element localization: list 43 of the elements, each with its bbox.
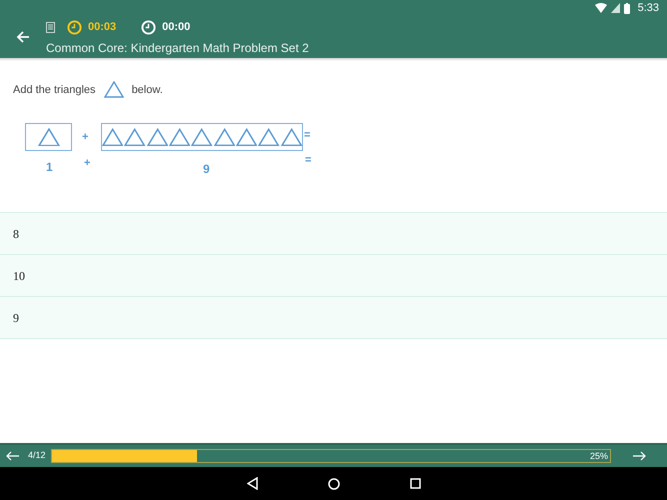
home-circle-icon bbox=[328, 478, 340, 490]
equals-sign: = bbox=[305, 153, 312, 168]
triangle-icon bbox=[214, 128, 235, 146]
clock-icon bbox=[67, 20, 82, 34]
triangle-icon bbox=[124, 128, 146, 146]
back-triangle-icon bbox=[246, 477, 258, 490]
triangle-icon bbox=[146, 128, 168, 146]
triangle-icon bbox=[104, 81, 124, 98]
progress-percent: 25% bbox=[590, 450, 608, 462]
plus-sign: + bbox=[82, 130, 88, 145]
clock-icon bbox=[141, 20, 156, 34]
triangle-icon bbox=[280, 128, 302, 146]
back-nav-button[interactable] bbox=[246, 477, 258, 490]
elapsed-timer: 00:03 bbox=[88, 20, 116, 35]
count-label: 9 bbox=[203, 161, 210, 178]
clock-time: 5:33 bbox=[638, 0, 659, 16]
triangle-icon bbox=[169, 128, 190, 146]
triangle-icon bbox=[236, 128, 258, 146]
triangle-icon bbox=[38, 128, 60, 146]
signal-icon bbox=[610, 3, 620, 13]
plus-sign: + bbox=[84, 156, 90, 171]
recents-button[interactable] bbox=[410, 478, 420, 489]
back-arrow-icon bbox=[16, 30, 30, 44]
right-arrow-icon bbox=[632, 451, 646, 461]
battery-icon bbox=[624, 2, 630, 14]
left-arrow-icon bbox=[6, 451, 20, 461]
total-timer: 00:00 bbox=[162, 20, 190, 35]
question-position: 4/12 bbox=[28, 449, 47, 462]
problem-set-title: Common Core: Kindergarten Math Problem Set 2 bbox=[46, 40, 309, 57]
equals-sign: = bbox=[304, 128, 310, 143]
wifi-icon bbox=[594, 3, 607, 13]
triangle-icon bbox=[191, 128, 213, 146]
document-icon bbox=[46, 22, 55, 32]
triangle-icon bbox=[102, 128, 124, 146]
answer-option[interactable]: 8 bbox=[0, 213, 667, 255]
answer-option[interactable]: 10 bbox=[0, 255, 667, 297]
recents-square-icon bbox=[410, 478, 420, 489]
question-text: below. bbox=[132, 82, 163, 98]
question-text: Add the triangles bbox=[13, 82, 96, 98]
count-label: 1 bbox=[46, 159, 53, 176]
triangle-icon bbox=[258, 128, 280, 146]
home-button[interactable] bbox=[328, 478, 340, 490]
answer-option[interactable]: 9 bbox=[0, 297, 667, 339]
